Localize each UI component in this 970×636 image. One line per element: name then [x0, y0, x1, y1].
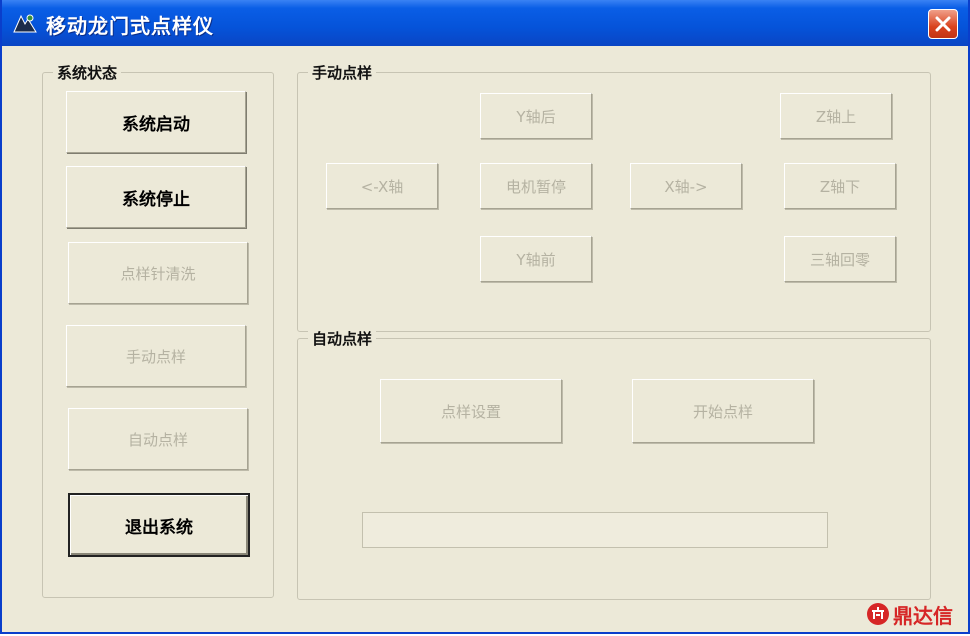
y-axis-front-button[interactable]: Y轴前 — [480, 236, 592, 282]
client-area: 系统状态 系统启动 系统停止 点样针清洗 手动点样 自动点样 退出系统 手动点样… — [2, 46, 968, 632]
system-stop-button[interactable]: 系统停止 — [66, 166, 246, 228]
x-axis-left-button[interactable]: <-X轴 — [326, 163, 438, 209]
watermark: 鼎达信 — [866, 598, 966, 630]
x-axis-right-button[interactable]: X轴-> — [630, 163, 742, 209]
app-window: 移动龙门式点样仪 系统状态 系统启动 系统停止 点样针清洗 手动点样 自动点样 … — [0, 0, 970, 634]
needle-clean-button[interactable]: 点样针清洗 — [68, 242, 248, 304]
three-axis-zero-button[interactable]: 三轴回零 — [784, 236, 896, 282]
auto-sampling-button[interactable]: 自动点样 — [68, 408, 248, 470]
z-axis-up-button[interactable]: Z轴上 — [780, 93, 892, 139]
window-title: 移动龙门式点样仪 — [46, 14, 214, 38]
y-axis-back-button[interactable]: Y轴后 — [480, 93, 592, 139]
close-button[interactable] — [928, 9, 958, 39]
auto-sampling-group: 自动点样 — [297, 328, 931, 600]
sampling-settings-button[interactable]: 点样设置 — [380, 379, 562, 443]
manual-sampling-button[interactable]: 手动点样 — [66, 325, 246, 387]
title-bar[interactable]: 移动龙门式点样仪 — [2, 0, 968, 46]
close-icon — [935, 16, 951, 32]
watermark-logo-icon — [867, 603, 889, 625]
start-sampling-button[interactable]: 开始点样 — [632, 379, 814, 443]
z-axis-down-button[interactable]: Z轴下 — [784, 163, 896, 209]
system-start-button[interactable]: 系统启动 — [66, 91, 246, 153]
motor-pause-button[interactable]: 电机暂停 — [480, 163, 592, 209]
exit-system-button[interactable]: 退出系统 — [68, 493, 250, 557]
watermark-text: 鼎达信 — [893, 603, 953, 628]
app-icon — [12, 12, 38, 34]
manual-sampling-legend: 手动点样 — [308, 62, 377, 83]
sampling-progress-bar — [362, 512, 828, 548]
system-status-legend: 系统状态 — [53, 62, 122, 83]
auto-sampling-legend: 自动点样 — [308, 328, 377, 349]
